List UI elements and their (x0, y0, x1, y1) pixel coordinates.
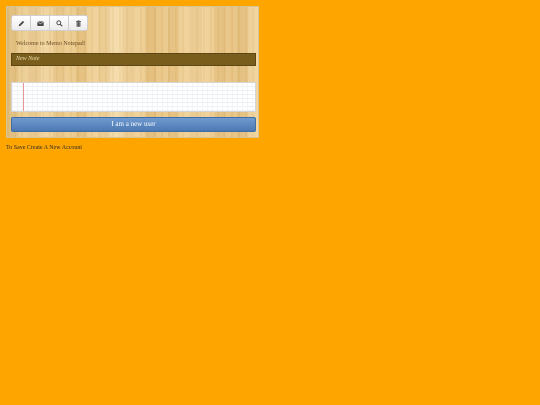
note-body-textarea[interactable] (11, 82, 256, 112)
delete-button[interactable] (69, 16, 87, 30)
pencil-icon (18, 20, 24, 26)
envelope-icon (36, 20, 44, 26)
notepad-panel: Welcome to Memo Notepad! New Note I am a… (6, 6, 259, 138)
trash-icon (75, 19, 81, 27)
note-title[interactable]: New Note (11, 53, 256, 66)
search-icon (55, 19, 63, 27)
search-button[interactable] (50, 16, 69, 30)
toolbar (11, 15, 88, 31)
create-account-link[interactable]: To Save Create A New Account (6, 145, 82, 151)
welcome-message: Welcome to Memo Notepad! (16, 41, 86, 47)
email-button[interactable] (31, 16, 50, 30)
new-user-button[interactable]: I am a new user (11, 117, 256, 132)
edit-button[interactable] (12, 16, 31, 30)
